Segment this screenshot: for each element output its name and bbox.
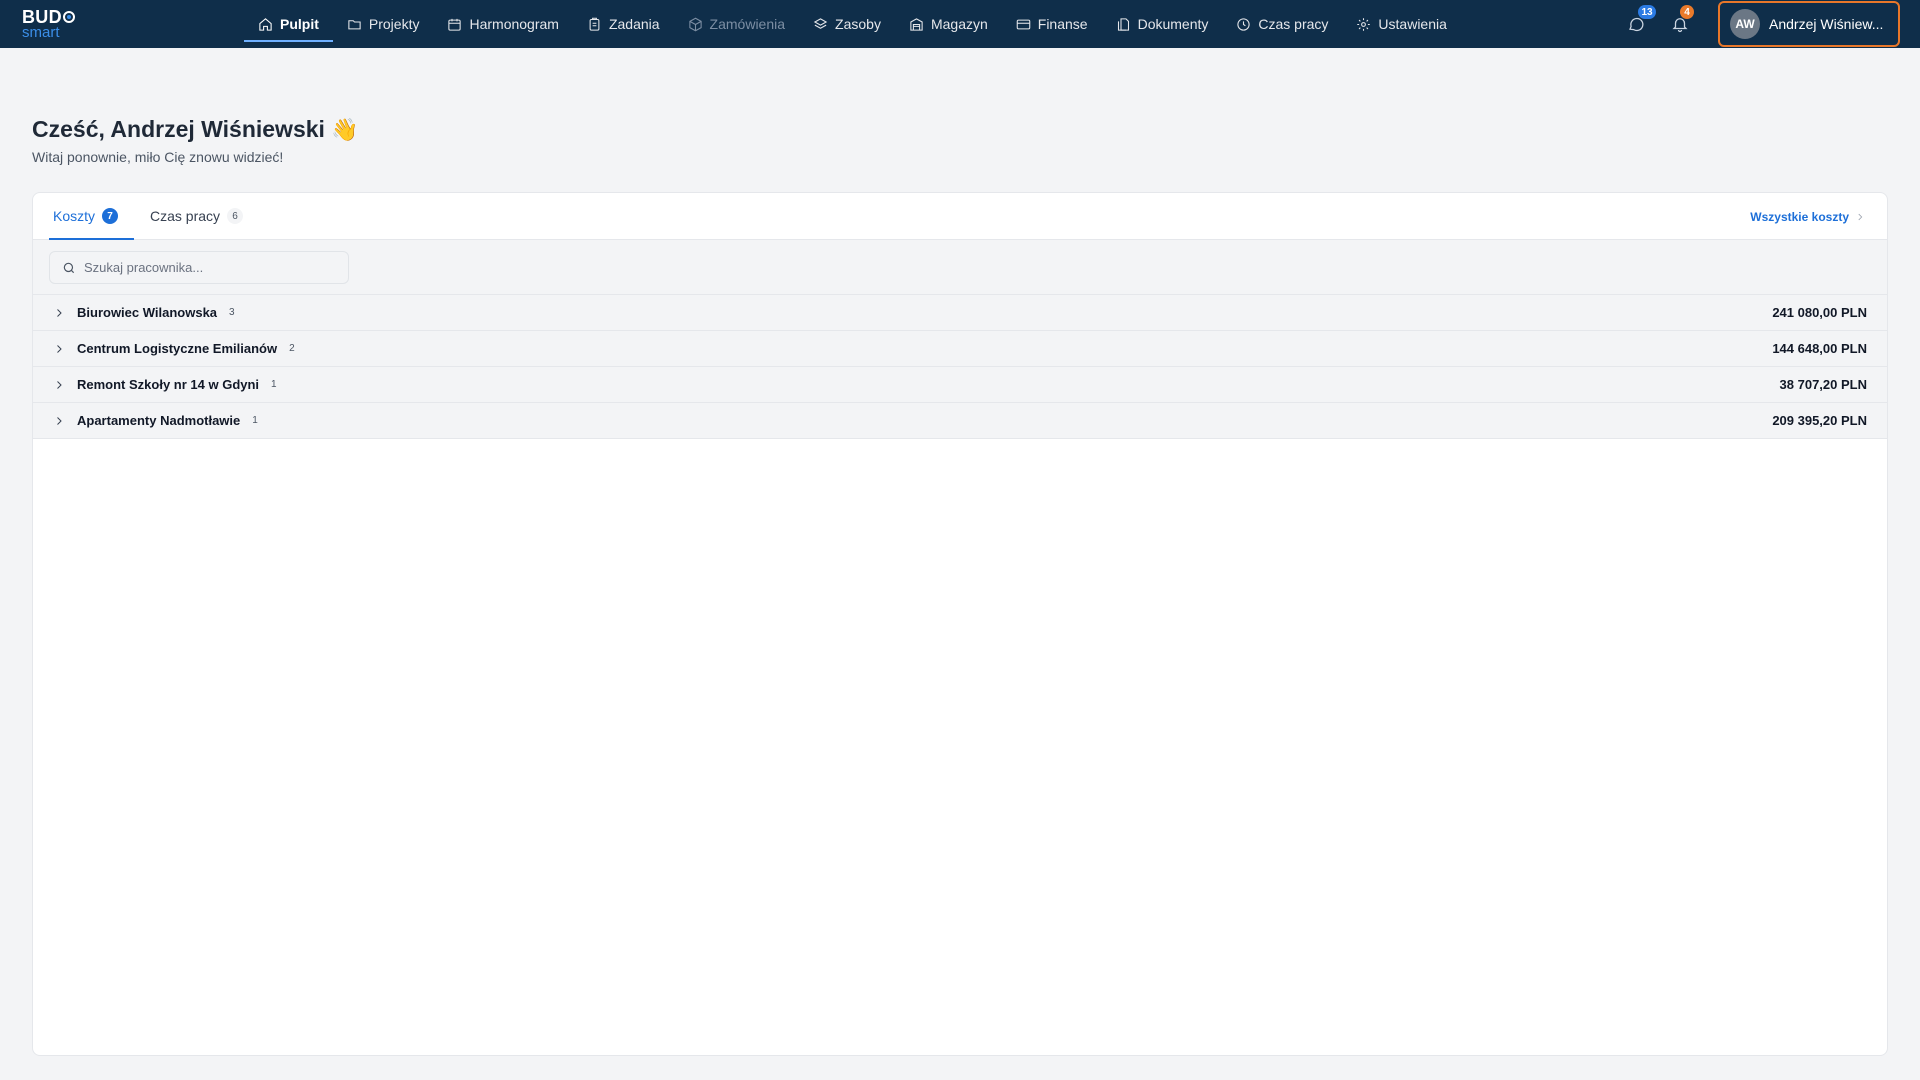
nav-item-label: Dokumenty (1137, 16, 1209, 32)
search-box[interactable] (49, 251, 349, 284)
top-navigation-bar: BUD smart Pulpit Projekty Harmonogram Za… (0, 0, 1920, 48)
main-menu: Pulpit Projekty Harmonogram Zadania Zamó… (244, 0, 1461, 48)
messages-badge: 13 (1638, 5, 1656, 19)
list-item[interactable]: Remont Szkoły nr 14 w Gdyni 1 38 707,20 … (33, 367, 1887, 403)
header-actions: 13 4 AW Andrzej Wiśniew... (1616, 0, 1920, 48)
greeting-title: Cześć, Andrzej Wiśniewski (32, 116, 325, 142)
nav-item-label: Czas pracy (1258, 16, 1329, 32)
group-count: 1 (271, 379, 277, 390)
greeting-subtitle: Witaj ponownie, miło Cię znowu widzieć! (32, 149, 284, 165)
clipboard-icon (589, 17, 600, 31)
group-amount: 241 080,00 PLN (1772, 305, 1867, 320)
nav-item-label: Zadania (608, 16, 660, 32)
tab-label: Koszty (53, 208, 96, 224)
clock-icon (1237, 17, 1251, 31)
nav-item-label: Finanse (1037, 16, 1088, 32)
chevron-right-icon[interactable] (53, 379, 65, 391)
tab-count-badge: 6 (227, 208, 244, 224)
group-amount: 38 707,20 PLN (1779, 377, 1867, 392)
layers-icon (813, 17, 828, 29)
home-icon (259, 17, 272, 31)
card-tabs: Koszty 7 Czas pracy 6 Wszystkie koszty (33, 193, 1887, 240)
groups-list: Biurowiec Wilanowska 3 241 080,00 PLN Ce… (33, 295, 1887, 439)
list-item[interactable]: Apartamenty Nadmotławie 1 209 395,20 PLN (33, 403, 1887, 439)
chevron-right-icon[interactable] (53, 343, 65, 355)
budsmart-logo[interactable]: BUD smart (22, 8, 86, 40)
user-name: Andrzej Wiśniew... (1769, 16, 1884, 32)
nav-item-label: Pulpit (280, 16, 319, 32)
list-item[interactable]: Centrum Logistyczne Emilianów 2 144 648,… (33, 331, 1887, 367)
chevron-right-icon (1858, 213, 1863, 220)
gear-icon (1357, 17, 1371, 31)
group-amount: 209 395,20 PLN (1772, 413, 1867, 428)
nav-item-label: Zasoby (835, 16, 881, 32)
nav-item-finanse[interactable]: Finanse (1002, 0, 1102, 48)
costs-card: Koszty 7 Czas pracy 6 Wszystkie koszty B… (32, 192, 1888, 1056)
all-costs-link[interactable]: Wszystkie koszty (1750, 193, 1865, 240)
group-name: Biurowiec Wilanowska (77, 305, 218, 320)
group-count: 2 (289, 343, 295, 354)
tab-czas-pracy[interactable]: Czas pracy 6 (150, 193, 244, 239)
all-costs-label: Wszystkie koszty (1750, 209, 1849, 224)
calendar-icon (448, 18, 462, 31)
group-count: 3 (229, 307, 235, 318)
package-icon (688, 17, 702, 31)
nav-item-ustawienia[interactable]: Ustawienia (1342, 0, 1460, 48)
credit-card-icon (1016, 19, 1031, 29)
user-menu-button[interactable]: AW Andrzej Wiśniew... (1718, 1, 1900, 47)
search-row (33, 240, 1887, 295)
tab-label: Czas pracy (150, 208, 221, 224)
nav-item-dokumenty[interactable]: Dokumenty (1102, 0, 1223, 48)
nav-item-label: Ustawienia (1378, 16, 1447, 32)
nav-item-label: Projekty (368, 16, 420, 32)
nav-item-magazyn[interactable]: Magazyn (895, 0, 1002, 48)
tab-count-badge: 7 (102, 208, 119, 224)
messages-button[interactable]: 13 (1616, 0, 1656, 48)
avatar: AW (1730, 9, 1760, 39)
nav-item-zasoby[interactable]: Zasoby (799, 0, 895, 48)
waving-hand-icon: 👋 (330, 116, 359, 142)
nav-item-label: Harmonogram (469, 16, 559, 32)
tab-koszty[interactable]: Koszty 7 (48, 193, 135, 240)
folder-icon (348, 19, 361, 29)
nav-item-pulpit[interactable]: Pulpit (244, 0, 333, 48)
notifications-button[interactable]: 4 (1660, 0, 1700, 48)
list-item[interactable]: Biurowiec Wilanowska 3 241 080,00 PLN (33, 295, 1887, 331)
group-count: 1 (252, 415, 258, 426)
chevron-right-icon[interactable] (53, 307, 65, 319)
nav-item-zamowienia[interactable]: Zamówienia (674, 0, 799, 48)
group-amount: 144 648,00 PLN (1772, 341, 1867, 356)
nav-item-czas-pracy[interactable]: Czas pracy (1222, 0, 1342, 48)
search-icon (63, 262, 75, 273)
page-title: Cześć, Andrzej Wiśniewski 👋 (32, 116, 358, 143)
search-input[interactable] (84, 260, 324, 275)
nav-item-harmonogram[interactable]: Harmonogram (433, 0, 572, 48)
chevron-right-icon[interactable] (53, 415, 65, 427)
documents-icon (1117, 17, 1129, 31)
nav-item-zadania[interactable]: Zadania (573, 0, 674, 48)
logo-text-bottom: smart (22, 24, 60, 41)
nav-item-label: Magazyn (930, 16, 988, 32)
greeting-section: Cześć, Andrzej Wiśniewski 👋 Witaj ponown… (32, 116, 358, 165)
nav-item-label: Zamówienia (709, 16, 786, 32)
nav-item-projekty[interactable]: Projekty (333, 0, 434, 48)
group-name: Remont Szkoły nr 14 w Gdyni (77, 377, 260, 392)
group-name: Apartamenty Nadmotławie (77, 413, 241, 428)
warehouse-icon (910, 17, 923, 31)
group-name: Centrum Logistyczne Emilianów (77, 341, 278, 356)
logo-gear-icon (62, 11, 75, 23)
notifications-badge: 4 (1680, 5, 1694, 19)
